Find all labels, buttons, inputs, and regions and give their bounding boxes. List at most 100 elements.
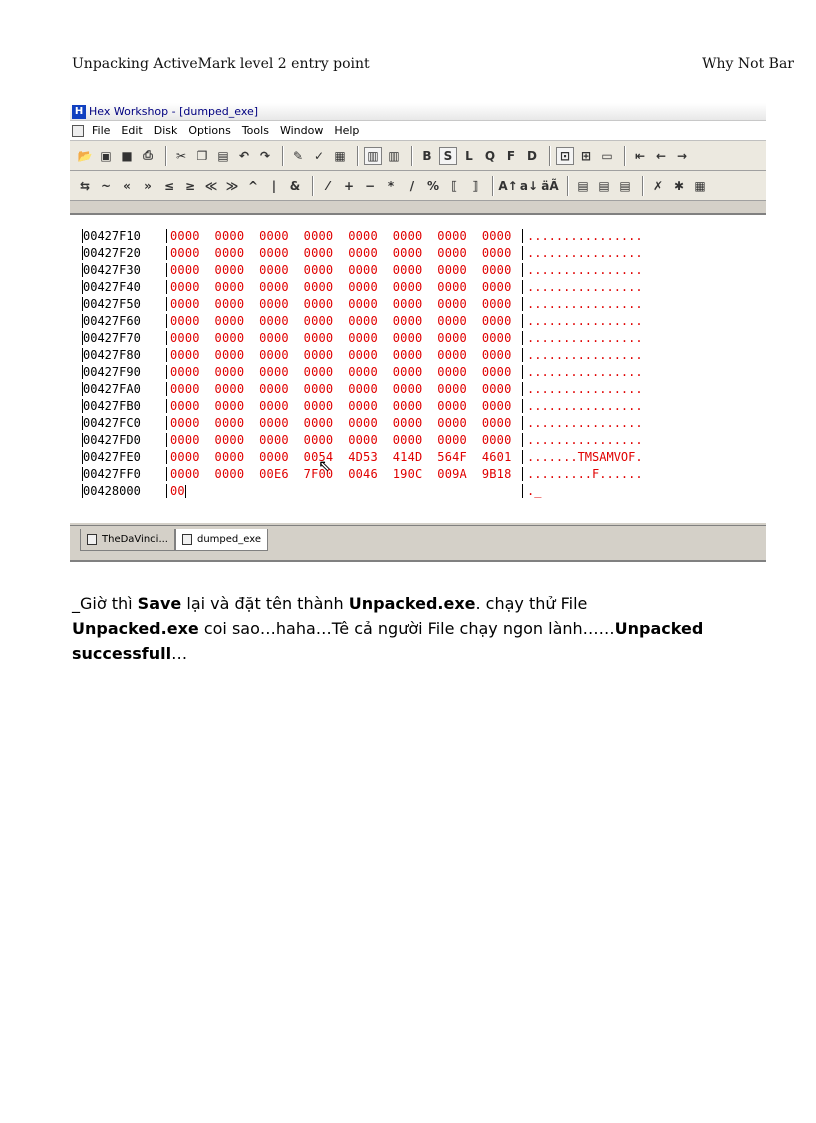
toolbar-letter-d[interactable]: D bbox=[523, 147, 541, 165]
hex-ascii[interactable]: ................ bbox=[522, 398, 643, 413]
toolbar-letter-q[interactable]: Q bbox=[481, 147, 499, 165]
menu-disk[interactable]: Disk bbox=[154, 124, 178, 137]
settings-icon[interactable]: ✱ bbox=[670, 177, 688, 195]
hex-ascii[interactable]: ................ bbox=[522, 330, 643, 345]
hex-ascii[interactable]: ................ bbox=[522, 296, 643, 311]
menu-help[interactable]: Help bbox=[334, 124, 359, 137]
multiply-icon[interactable]: * bbox=[382, 177, 400, 195]
hex-bytes[interactable]: 0000 0000 0000 0000 0000 0000 0000 0000 bbox=[166, 364, 522, 379]
hex-bytes[interactable]: 00 bbox=[166, 483, 522, 498]
invert-case-icon[interactable]: äÃ bbox=[541, 177, 559, 195]
hex-row[interactable]: 00427FE0 0000 0000 0000 0054 4D53 414D 56… bbox=[82, 448, 643, 465]
redo-icon[interactable]: ↷ bbox=[256, 147, 274, 165]
hex-ascii[interactable]: ................ bbox=[522, 432, 643, 447]
toggle-icon[interactable]: ⊡ bbox=[556, 146, 574, 165]
save-icon[interactable]: ▣ bbox=[97, 147, 115, 165]
hex-row[interactable]: 00428000 00 ._ bbox=[82, 482, 643, 499]
menu-window[interactable]: Window bbox=[280, 124, 323, 137]
hex-bytes[interactable]: 0000 0000 0000 0000 0000 0000 0000 0000 bbox=[166, 330, 522, 345]
hex-row[interactable]: 00427F20 0000 0000 0000 0000 0000 0000 00… bbox=[82, 244, 643, 261]
back-icon[interactable]: ← bbox=[652, 147, 670, 165]
negate-icon[interactable]: ⁄ bbox=[319, 177, 337, 195]
modulo-icon[interactable]: % bbox=[424, 177, 442, 195]
compare-icon[interactable]: ▤ bbox=[574, 177, 592, 195]
block-left-icon[interactable]: ≪ bbox=[202, 177, 220, 195]
find-icon[interactable]: ✎ bbox=[289, 147, 307, 165]
calculator-icon[interactable]: ▦ bbox=[691, 177, 709, 195]
disk-icon[interactable]: ■ bbox=[118, 147, 136, 165]
menu-edit[interactable]: Edit bbox=[121, 124, 142, 137]
replace-icon[interactable]: ✓ bbox=[310, 147, 328, 165]
add-icon[interactable]: + bbox=[340, 177, 358, 195]
menu-options[interactable]: Options bbox=[188, 124, 230, 137]
toolbar-letter-l[interactable]: L bbox=[460, 147, 478, 165]
view16-icon[interactable]: ▥ bbox=[364, 146, 382, 165]
hex-bytes[interactable]: 0000 0000 0000 0054 4D53 414D 564F 4601 bbox=[166, 449, 522, 464]
hex-bytes[interactable]: 0000 0000 0000 0000 0000 0000 0000 0000 bbox=[166, 245, 522, 260]
hex-bytes[interactable]: 0000 0000 0000 0000 0000 0000 0000 0000 bbox=[166, 398, 522, 413]
shift-left-icon[interactable]: « bbox=[118, 177, 136, 195]
hex-row[interactable]: 00427F10 0000 0000 0000 0000 0000 0000 00… bbox=[82, 227, 643, 244]
forward-icon[interactable]: → bbox=[673, 147, 691, 165]
and-icon[interactable]: & bbox=[286, 177, 304, 195]
rotate-right-icon[interactable]: ≥ bbox=[181, 177, 199, 195]
hex-bytes[interactable]: 0000 0000 0000 0000 0000 0000 0000 0000 bbox=[166, 347, 522, 362]
hex-bytes[interactable]: 0000 0000 0000 0000 0000 0000 0000 0000 bbox=[166, 432, 522, 447]
hex-row[interactable]: 00427F60 0000 0000 0000 0000 0000 0000 00… bbox=[82, 312, 643, 329]
hex-bytes[interactable]: 0000 0000 00E6 7F00 0046 190C 009A 9B18 bbox=[166, 466, 522, 481]
hex-row[interactable]: 00427F80 0000 0000 0000 0000 0000 0000 00… bbox=[82, 346, 643, 363]
hex-ascii[interactable]: ................ bbox=[522, 245, 643, 260]
bracket-left-icon[interactable]: ⟦ bbox=[445, 177, 463, 195]
hex-ascii[interactable]: ................ bbox=[522, 262, 643, 277]
paste-icon[interactable]: ▤ bbox=[214, 147, 232, 165]
or-icon[interactable]: | bbox=[265, 177, 283, 195]
block-right-icon[interactable]: ≫ bbox=[223, 177, 241, 195]
toolbar-letter-s[interactable]: S bbox=[439, 146, 457, 165]
hex-row[interactable]: 00427FB0 0000 0000 0000 0000 0000 0000 00… bbox=[82, 397, 643, 414]
window-icon[interactable]: ▭ bbox=[598, 147, 616, 165]
uppercase-icon[interactable]: A↑ bbox=[498, 177, 517, 195]
hex-row[interactable]: 00427FC0 0000 0000 0000 0000 0000 0000 00… bbox=[82, 414, 643, 431]
hex-row[interactable]: 00427F90 0000 0000 0000 0000 0000 0000 00… bbox=[82, 363, 643, 380]
compare2-icon[interactable]: ▤ bbox=[595, 177, 613, 195]
document-icon[interactable] bbox=[72, 124, 84, 137]
lowercase-icon[interactable]: a↓ bbox=[520, 177, 538, 195]
shift-right-icon[interactable]: » bbox=[139, 177, 157, 195]
cut-icon[interactable]: ✂ bbox=[172, 147, 190, 165]
hex-ascii[interactable]: ................ bbox=[522, 364, 643, 379]
hex-row[interactable]: 00427F70 0000 0000 0000 0000 0000 0000 00… bbox=[82, 329, 643, 346]
first-icon[interactable]: ⇤ bbox=[631, 147, 649, 165]
hex-row[interactable]: 00427F50 0000 0000 0000 0000 0000 0000 00… bbox=[82, 295, 643, 312]
tab-dumped-exe[interactable]: dumped_exe bbox=[174, 529, 268, 551]
hex-ascii[interactable]: .........F...... bbox=[522, 466, 643, 481]
copy-icon[interactable]: ❐ bbox=[193, 147, 211, 165]
hex-ascii[interactable]: ................ bbox=[522, 313, 643, 328]
properties-icon[interactable]: ▦ bbox=[331, 147, 349, 165]
hex-bytes[interactable]: 0000 0000 0000 0000 0000 0000 0000 0000 bbox=[166, 415, 522, 430]
hex-row[interactable]: 00427FD0 0000 0000 0000 0000 0000 0000 00… bbox=[82, 431, 643, 448]
hex-ascii[interactable]: ................ bbox=[522, 415, 643, 430]
hex-ascii[interactable]: ................ bbox=[522, 347, 643, 362]
menu-file[interactable]: File bbox=[92, 124, 110, 137]
hex-bytes[interactable]: 0000 0000 0000 0000 0000 0000 0000 0000 bbox=[166, 279, 522, 294]
rotate-left-icon[interactable]: ≤ bbox=[160, 177, 178, 195]
view10-icon[interactable]: ▥ bbox=[385, 147, 403, 165]
window-titlebar[interactable]: H Hex Workshop - [dumped_exe] bbox=[70, 103, 766, 121]
menu-tools[interactable]: Tools bbox=[242, 124, 269, 137]
bracket-right-icon[interactable]: ⟧ bbox=[466, 177, 484, 195]
hex-row[interactable]: 00427F40 0000 0000 0000 0000 0000 0000 00… bbox=[82, 278, 643, 295]
toolbar-letter-b[interactable]: B bbox=[418, 147, 436, 165]
tab-thedavinci[interactable]: TheDaVinci... bbox=[80, 529, 175, 551]
hex-editor-view[interactable]: 00427F10 0000 0000 0000 0000 0000 0000 00… bbox=[70, 213, 766, 523]
xor-icon[interactable]: ^ bbox=[244, 177, 262, 195]
checksum-icon[interactable]: ✗ bbox=[649, 177, 667, 195]
toggle2-icon[interactable]: ⊞ bbox=[577, 147, 595, 165]
hex-ascii[interactable]: ................ bbox=[522, 279, 643, 294]
hex-bytes[interactable]: 0000 0000 0000 0000 0000 0000 0000 0000 bbox=[166, 262, 522, 277]
subtract-icon[interactable]: − bbox=[361, 177, 379, 195]
divide-icon[interactable]: / bbox=[403, 177, 421, 195]
open-icon[interactable]: 📂 bbox=[76, 147, 94, 165]
hex-bytes[interactable]: 0000 0000 0000 0000 0000 0000 0000 0000 bbox=[166, 296, 522, 311]
hex-row[interactable]: 00427FF0 0000 0000 00E6 7F00 0046 190C 00… bbox=[82, 465, 643, 482]
hex-bytes[interactable]: 0000 0000 0000 0000 0000 0000 0000 0000 bbox=[166, 313, 522, 328]
